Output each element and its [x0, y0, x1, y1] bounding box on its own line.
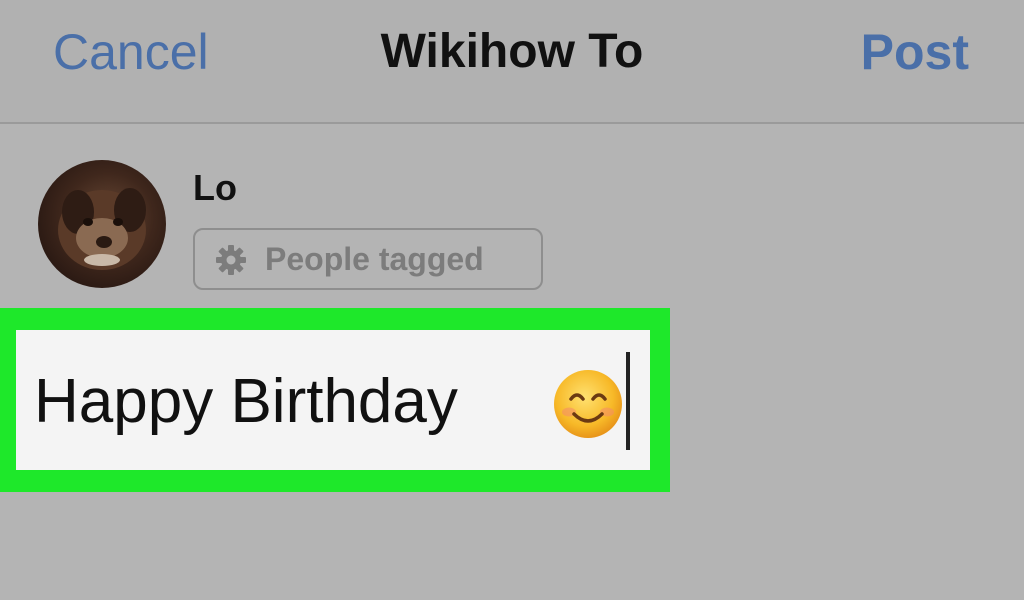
post-text: Happy Birthday: [34, 367, 458, 436]
navigation-bar: Wikihow To Cancel Post: [0, 0, 1024, 124]
smiling-face-emoji-icon: [552, 368, 624, 440]
gear-icon: [215, 244, 247, 276]
user-name: Lo: [193, 167, 237, 208]
post-button[interactable]: Post: [861, 22, 969, 82]
people-tagged-button[interactable]: People tagged: [193, 228, 543, 290]
text-cursor: [626, 352, 630, 450]
post-text-field[interactable]: Happy Birthday: [16, 330, 650, 470]
avatar: [38, 160, 166, 288]
cancel-button[interactable]: Cancel: [53, 22, 209, 82]
people-tagged-label: People tagged: [265, 241, 484, 277]
compose-post-screen: Wikihow To Cancel Post Lo People tagged …: [0, 0, 1024, 600]
